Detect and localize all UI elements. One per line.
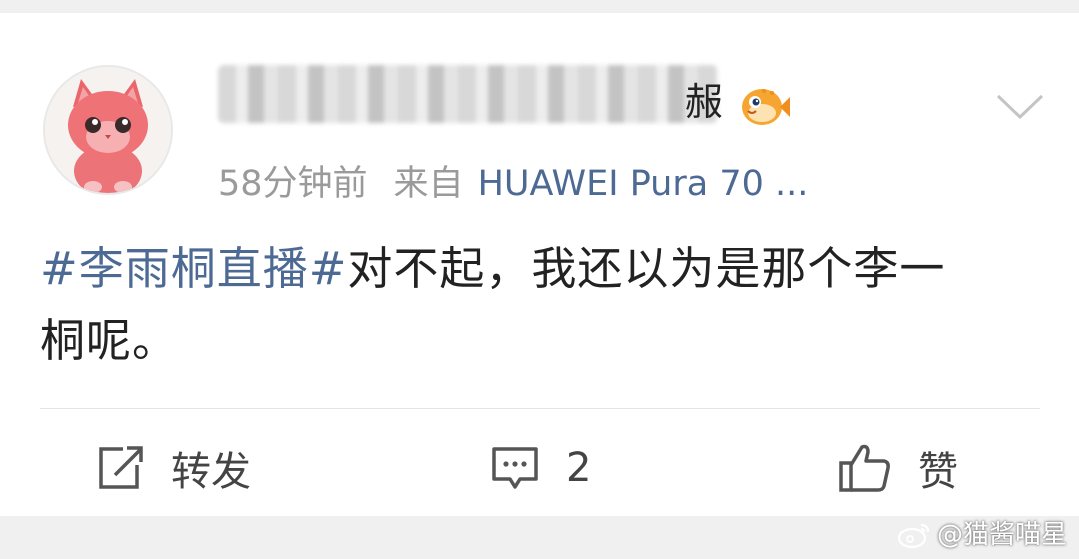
comment-icon: [492, 447, 538, 489]
like-label: 赞: [918, 449, 958, 495]
watermark: @猫酱喵星: [897, 517, 1067, 553]
repost-icon: [99, 446, 143, 489]
pufferfish-badge-icon: [742, 89, 790, 125]
post-text-line2: 桐呢。: [40, 314, 179, 367]
repost-label: 转发: [171, 449, 251, 495]
author-name-redacted[interactable]: [218, 65, 718, 123]
author-name-suffix[interactable]: 赧: [685, 73, 723, 131]
post-card: 赧 58分钟前 来自 HUAWEI Pura 70 ... #李雨桐直播#对不起，我…: [0, 13, 1079, 516]
post-content: #李雨桐直播#对不起，我还以为是那个李一 桐呢。: [40, 233, 1040, 377]
comment-button[interactable]: 2: [490, 438, 591, 498]
watermark-text: @猫酱喵星: [936, 520, 1067, 550]
comment-count: 2: [566, 445, 592, 491]
avatar[interactable]: [43, 65, 173, 195]
pink-cat-avatar-icon: [45, 67, 171, 193]
post-time: 58分钟前: [218, 164, 368, 204]
post-meta: 58分钟前 来自 HUAWEI Pura 70 ...: [218, 159, 808, 209]
like-button[interactable]: 赞: [838, 438, 958, 498]
repost-button[interactable]: 转发: [95, 438, 251, 498]
divider: [40, 408, 1040, 409]
page: 赧 58分钟前 来自 HUAWEI Pura 70 ... #李雨桐直播#对不起，我…: [0, 0, 1079, 559]
source-label: 来自: [393, 164, 464, 204]
chevron-down-icon[interactable]: [994, 91, 1046, 121]
hashtag-link[interactable]: #李雨桐直播#: [40, 242, 347, 295]
weibo-icon: [897, 523, 930, 549]
thumbs-up-icon: [839, 444, 890, 492]
source-device-link[interactable]: HUAWEI Pura 70 ...: [478, 164, 809, 204]
post-text-line1: 对不起，我还以为是那个李一: [347, 242, 946, 295]
